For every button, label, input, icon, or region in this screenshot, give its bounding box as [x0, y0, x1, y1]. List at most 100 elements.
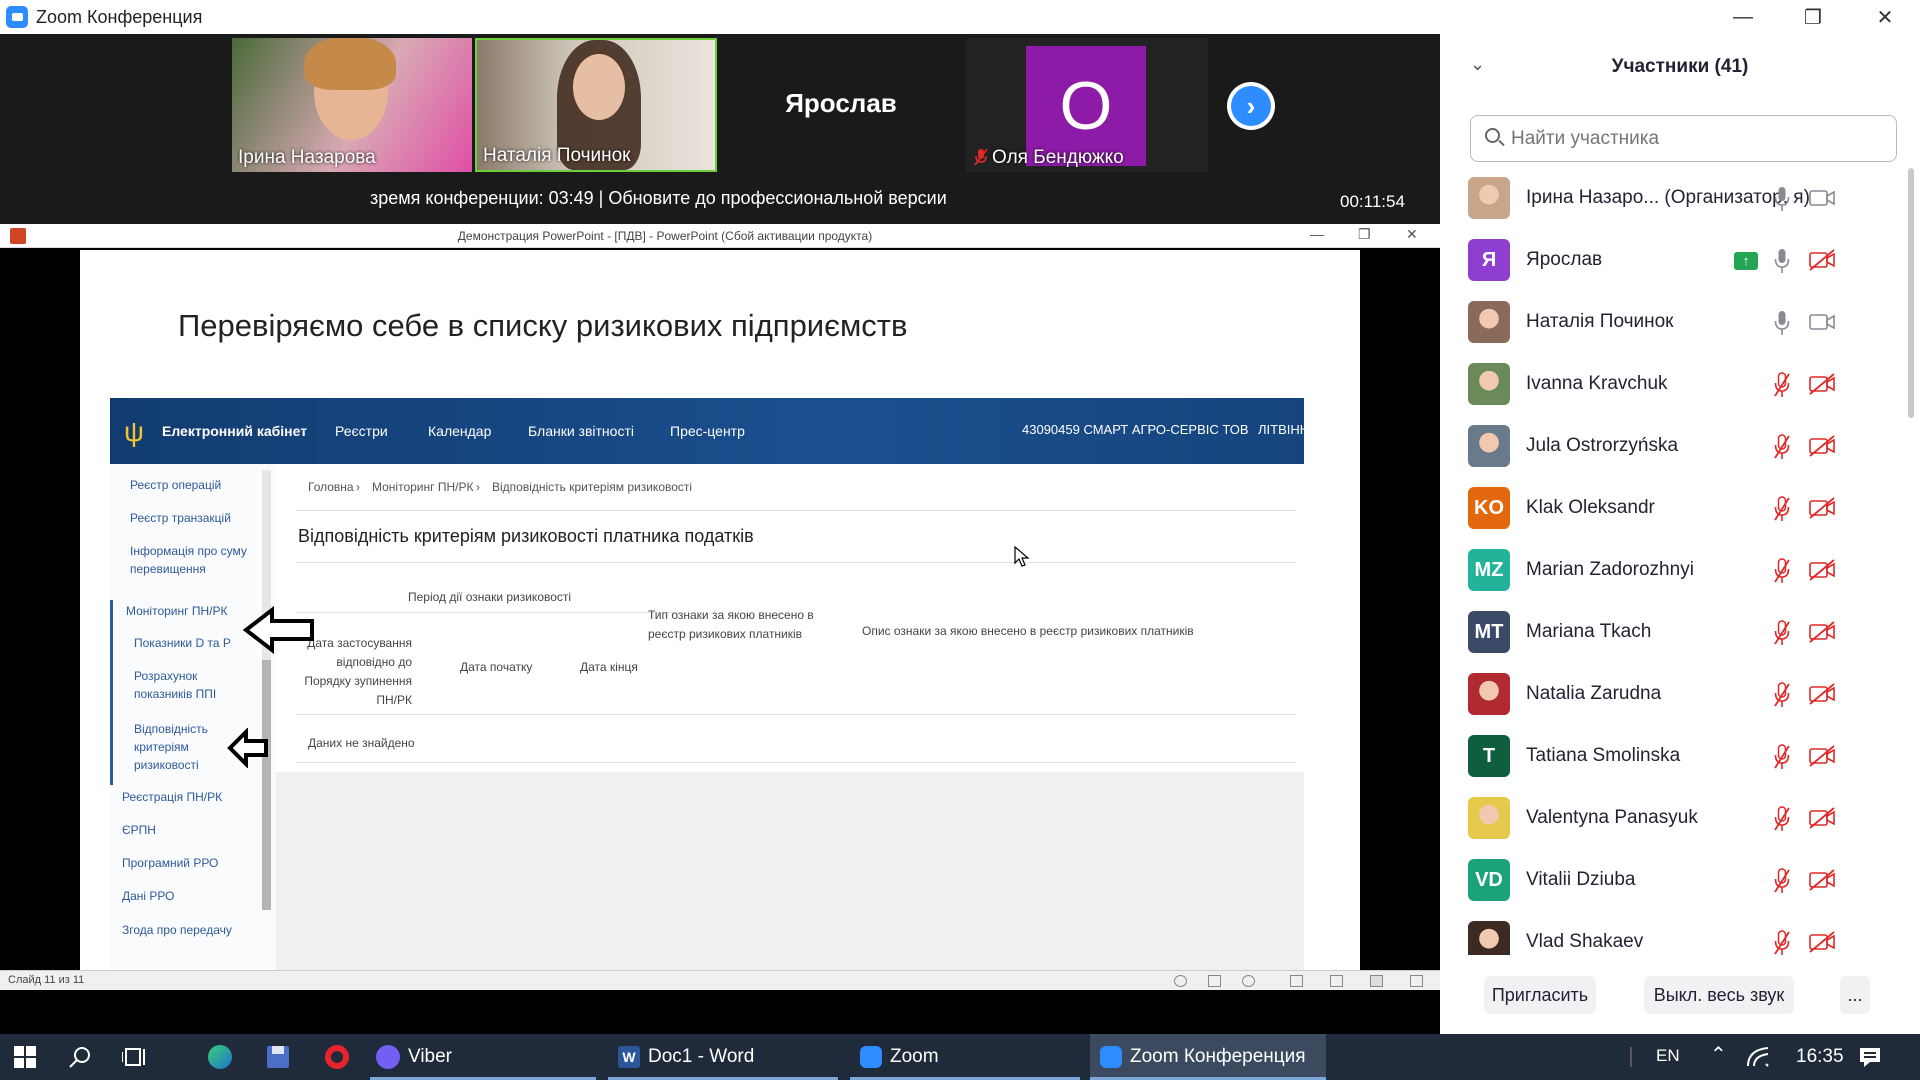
chevron-up-icon[interactable]: ⌃ — [1710, 1042, 1727, 1067]
ppt-restore-icon: ❐ — [1358, 226, 1371, 242]
meeting-timer: 00:11:54 — [1340, 192, 1405, 211]
participant-row[interactable]: Наталія Починок — [1440, 292, 1895, 354]
clock[interactable]: 16:35 — [1796, 1046, 1844, 1068]
search-icon[interactable] — [68, 1045, 92, 1069]
opera-icon[interactable] — [322, 1034, 352, 1080]
slide-title: Перевіряємо себе в списку ризикових підп… — [178, 308, 908, 343]
mic-muted-icon[interactable] — [1774, 434, 1790, 460]
mic-muted-icon[interactable] — [1774, 682, 1790, 708]
mic-muted-icon[interactable] — [1774, 496, 1790, 522]
viber-icon — [376, 1045, 400, 1069]
camera-off-icon[interactable] — [1808, 248, 1836, 272]
participant-row[interactable]: KO Klak Oleksandr — [1440, 478, 1895, 540]
taskbar-divider — [1630, 1047, 1632, 1067]
sidebar-scrollbar — [262, 470, 271, 910]
table-column-header: Тип ознаки за якою внесено в реєстр ризи… — [648, 608, 814, 641]
participant-row[interactable]: MZ Marian Zadorozhnyi — [1440, 540, 1895, 602]
taskbar-app-viber[interactable]: Viber — [370, 1034, 596, 1080]
tile-name: Ярослав — [785, 88, 897, 118]
participant-row[interactable]: MT Mariana Tkach — [1440, 602, 1895, 664]
task-view-icon[interactable] — [122, 1046, 148, 1068]
mic-muted-icon[interactable] — [1774, 744, 1790, 770]
mic-muted-icon[interactable] — [1774, 372, 1790, 398]
video-tile[interactable]: O Оля Бендюжко — [966, 38, 1208, 172]
camera-off-icon[interactable] — [1808, 806, 1836, 830]
windows-start-icon[interactable] — [14, 1046, 36, 1068]
minimize-button[interactable]: — — [1708, 0, 1778, 34]
mic-icon[interactable] — [1774, 186, 1790, 212]
mic-icon[interactable] — [1774, 310, 1790, 336]
filmstrip-next-button[interactable]: › — [1227, 82, 1275, 130]
cabinet-navbar: ψ Електронний кабінет Реєстри Календар Б… — [110, 398, 1313, 464]
participant-row[interactable]: Vlad Shakaev — [1440, 912, 1895, 955]
meeting-notice: зремя конференции: 03:49 | Обновите до п… — [370, 188, 947, 208]
arrow-left-icon — [227, 728, 268, 768]
camera-icon[interactable] — [1808, 310, 1836, 334]
participant-row[interactable]: Я Ярослав ↑ — [1440, 230, 1895, 292]
avatar — [1468, 673, 1510, 715]
cabinet-menu-item: Прес-центр — [670, 423, 745, 439]
sidebar-active-bar — [110, 600, 113, 785]
sidebar-subitem: Відповідність критеріям ризиковості — [134, 722, 208, 772]
camera-off-icon[interactable] — [1808, 620, 1836, 644]
participant-row[interactable]: T Tatiana Smolinska — [1440, 726, 1895, 788]
mic-muted-icon[interactable] — [1774, 868, 1790, 894]
cabinet-screenshot: ψ Електронний кабінет Реєстри Календар Б… — [110, 398, 1313, 970]
participant-row[interactable]: VD Vitalii Dziuba — [1440, 850, 1895, 912]
taskbar-app-word[interactable]: W Doc1 - Word — [608, 1034, 838, 1080]
ppt-close-icon: ✕ — [1406, 226, 1418, 242]
mute-all-button[interactable]: Выкл. весь звук — [1644, 976, 1794, 1014]
mic-muted-icon — [974, 148, 988, 166]
camera-off-icon[interactable] — [1808, 744, 1836, 768]
avatar: MZ — [1468, 549, 1510, 591]
restore-button[interactable]: ❐ — [1778, 0, 1848, 34]
participant-hair — [304, 38, 396, 90]
mic-muted-icon[interactable] — [1774, 558, 1790, 584]
mic-icon[interactable] — [1774, 248, 1790, 274]
tile-name: Наталія Починок — [483, 145, 631, 166]
save-disk-icon[interactable] — [264, 1034, 294, 1080]
participant-name: Natalia Zarudna — [1526, 683, 1662, 704]
participant-name: Marian Zadorozhnyi — [1526, 559, 1694, 580]
chevron-right-icon: › — [1231, 86, 1271, 126]
network-icon[interactable] — [1746, 1046, 1770, 1068]
video-tile[interactable]: Ірина Назарова — [232, 38, 472, 172]
camera-off-icon[interactable] — [1808, 434, 1836, 458]
close-button[interactable]: ✕ — [1850, 0, 1920, 34]
mic-muted-icon[interactable] — [1774, 930, 1790, 955]
camera-off-icon[interactable] — [1808, 372, 1836, 396]
breadcrumb-item: Головна — [308, 480, 354, 494]
ppt-titlebar: Демонстрация PowerPoint - [ПДВ] - PowerP… — [0, 224, 1440, 248]
cabinet-menu-item: Бланки звітності — [528, 423, 634, 439]
table-column-header: Дата кінця — [580, 660, 638, 674]
participant-face — [573, 54, 625, 120]
participant-row[interactable]: Natalia Zarudna — [1440, 664, 1895, 726]
input-language[interactable]: EN — [1656, 1046, 1680, 1066]
camera-off-icon[interactable] — [1808, 868, 1836, 892]
ppt-window-title: Демонстрация PowerPoint - [ПДВ] - PowerP… — [457, 229, 873, 243]
camera-off-icon[interactable] — [1808, 930, 1836, 954]
taskbar-app-zoom[interactable]: Zoom — [850, 1034, 1080, 1080]
video-tile[interactable]: Ярослав — [720, 38, 962, 172]
participant-list-scrollbar[interactable] — [1906, 168, 1916, 948]
invite-button[interactable]: Пригласить — [1484, 976, 1596, 1014]
video-tile-active-speaker[interactable]: Наталія Починок — [475, 38, 717, 172]
edge-icon[interactable] — [206, 1034, 236, 1080]
participant-row[interactable]: Valentyna Panasyuk — [1440, 788, 1895, 850]
camera-icon[interactable] — [1808, 186, 1836, 210]
mic-muted-icon[interactable] — [1774, 620, 1790, 646]
camera-off-icon[interactable] — [1808, 682, 1836, 706]
participant-row[interactable]: Ivanna Kravchuk — [1440, 354, 1895, 416]
participant-row[interactable]: Ірина Назаро... (Организатор, я) — [1440, 168, 1895, 230]
cabinet-content: Головна › Моніторинг ПН/РК › Відповідніс… — [276, 464, 1304, 772]
notifications-icon[interactable] — [1858, 1045, 1882, 1069]
more-button[interactable]: ... — [1840, 976, 1870, 1014]
taskbar-app-zoom-meeting[interactable]: Zoom Конференция — [1090, 1034, 1326, 1080]
camera-off-icon[interactable] — [1808, 496, 1836, 520]
sidebar-subitem: Розрахунок показників ППІ — [134, 669, 217, 701]
camera-off-icon[interactable] — [1808, 558, 1836, 582]
participant-row[interactable]: Jula Ostrorzyńska — [1440, 416, 1895, 478]
mic-muted-icon[interactable] — [1774, 806, 1790, 832]
video-filmstrip: Ірина Назарова Наталія Починок Ярослав O… — [0, 34, 1440, 224]
participant-search-input[interactable] — [1511, 124, 1891, 154]
